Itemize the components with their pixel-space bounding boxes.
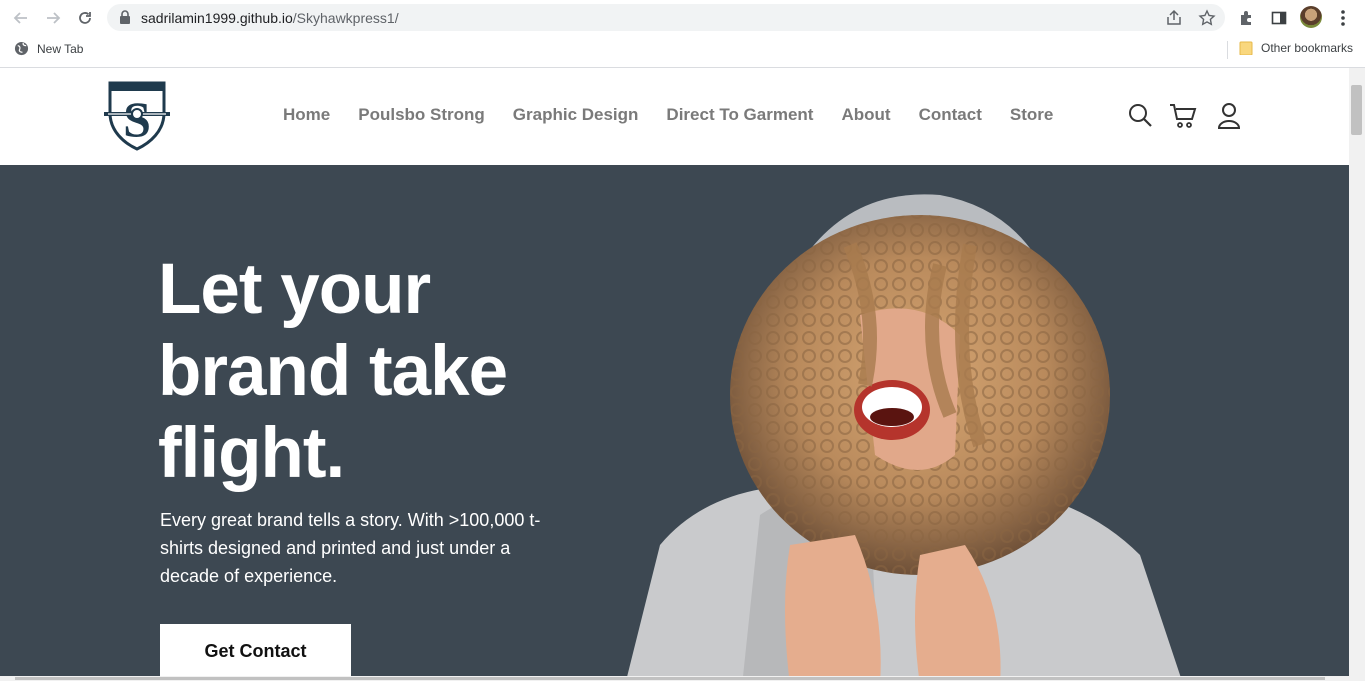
hero-image [620, 185, 1200, 681]
hero-title: Let your brand take flight. [158, 249, 618, 495]
web-page: S Home Poulsbo Strong Graphic Design Dir… [0, 68, 1349, 681]
sidepanel-icon[interactable] [1268, 7, 1290, 29]
browser-chrome: sadrilamin1999.github.io/Skyhawkpress1/ … [0, 0, 1365, 68]
site-header: S Home Poulsbo Strong Graphic Design Dir… [0, 68, 1349, 165]
search-icon[interactable] [1128, 102, 1154, 130]
bookmark-other[interactable]: Other bookmarks [1239, 41, 1353, 55]
get-contact-button[interactable]: Get Contact [160, 624, 351, 681]
browser-toolbar: sadrilamin1999.github.io/Skyhawkpress1/ [0, 0, 1365, 36]
bookmark-new-tab-label: New Tab [37, 41, 84, 56]
nav-link-store[interactable]: Store [1010, 105, 1053, 125]
main-nav: Home Poulsbo Strong Graphic Design Direc… [283, 105, 1053, 125]
hero-title-line-3: flight. [158, 414, 345, 493]
vertical-scrollbar-thumb[interactable] [1351, 85, 1362, 135]
bookmark-new-tab[interactable]: New Tab [14, 41, 83, 56]
url-text[interactable]: sadrilamin1999.github.io/Skyhawkpress1/ [141, 10, 399, 26]
menu-icon[interactable] [1332, 7, 1354, 29]
star-icon[interactable] [1198, 9, 1216, 27]
horizontal-scrollbar-thumb[interactable] [15, 677, 1325, 680]
extensions-icon[interactable] [1236, 7, 1258, 29]
lock-icon[interactable] [119, 10, 131, 29]
bookmark-divider [1227, 41, 1228, 59]
nav-link-home[interactable]: Home [283, 105, 330, 125]
back-icon[interactable] [9, 6, 33, 30]
bookmark-other-label: Other bookmarks [1261, 41, 1354, 55]
forward-icon[interactable] [41, 6, 65, 30]
globe-icon [14, 41, 29, 56]
bookmarks-bar: New Tab Other bookmarks [0, 36, 1365, 63]
reload-icon[interactable] [73, 6, 97, 30]
url-path: /Skyhawkpress1/ [292, 10, 399, 26]
hero-title-line-1: Let your [158, 250, 431, 329]
hero-description: Every great brand tells a story. With >1… [160, 510, 541, 586]
address-bar[interactable]: sadrilamin1999.github.io/Skyhawkpress1/ [107, 4, 1225, 31]
nav-link-direct-to-garment[interactable]: Direct To Garment [666, 105, 813, 125]
profile-avatar[interactable] [1300, 6, 1322, 28]
nav-link-contact[interactable]: Contact [919, 105, 982, 125]
nav-link-graphic-design[interactable]: Graphic Design [513, 105, 639, 125]
url-host: sadrilamin1999.github.io [141, 10, 293, 26]
hero-section: Let your brand take flight. Every great … [0, 165, 1349, 681]
cart-icon[interactable] [1169, 102, 1197, 130]
nav-link-about[interactable]: About [841, 105, 890, 125]
folder-icon [1239, 41, 1253, 55]
user-icon[interactable] [1217, 102, 1243, 130]
share-icon[interactable] [1165, 9, 1183, 27]
nav-link-poulsbo-strong[interactable]: Poulsbo Strong [358, 105, 485, 125]
hero-title-line-2: brand take [158, 332, 508, 411]
site-logo[interactable]: S [104, 81, 170, 151]
vertical-scrollbar[interactable] [1349, 68, 1365, 681]
